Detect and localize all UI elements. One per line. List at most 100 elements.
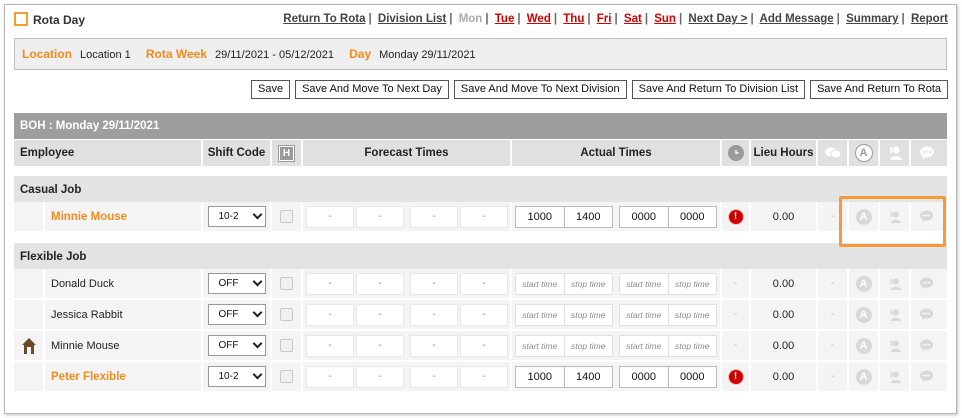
shift-code-select[interactable]: OFF — [207, 304, 266, 325]
availability-icon[interactable]: A — [855, 275, 872, 292]
shift-code-select[interactable]: 10-2 — [207, 206, 266, 227]
holiday-checkbox[interactable] — [280, 277, 293, 290]
forecast-times-header: Forecast Times — [303, 140, 512, 166]
chevron-down-icon — [252, 338, 262, 349]
holiday-checkbox[interactable] — [280, 210, 293, 223]
employee-row: Jessica Rabbit OFF ---- start time stop t… — [14, 300, 947, 331]
save-next-day-button[interactable]: Save And Move To Next Day — [295, 80, 449, 99]
forecast-start: - — [306, 205, 354, 228]
forecast-start-2: - — [410, 303, 458, 326]
actual-start-input[interactable]: start time — [516, 335, 565, 356]
day-link-tue[interactable]: Tue — [495, 13, 515, 25]
save-return-rota-button[interactable]: Save And Return To Rota — [810, 80, 948, 99]
employee-row: Minnie Mouse 10-2 ---- 1000 1400 0000 0000… — [14, 202, 947, 233]
day-link-thu[interactable]: Thu — [563, 13, 584, 25]
forecast-stop-2: - — [460, 205, 508, 228]
division-list-link[interactable]: Division List — [378, 13, 446, 25]
holiday-checkbox[interactable] — [280, 370, 293, 383]
shift-code-select[interactable]: OFF — [207, 273, 266, 294]
summary-link[interactable]: Summary — [846, 13, 898, 25]
holiday-checkbox[interactable] — [280, 308, 293, 321]
notes-empty: - — [830, 371, 835, 382]
h-header: H — [272, 140, 303, 166]
actual-start-input-2[interactable]: start time — [620, 273, 669, 294]
actual-stop-input[interactable]: 1400 — [565, 207, 613, 227]
forecast-start: - — [306, 303, 354, 326]
day-link-wed[interactable]: Wed — [527, 13, 551, 25]
speech-bubble-icon — [919, 146, 934, 159]
employee-name: Minnie Mouse — [45, 331, 203, 360]
shift-code-select[interactable]: 10-2 — [207, 366, 266, 387]
lieu-hours-value: 0.00 — [751, 300, 818, 329]
actual-stop-input-2[interactable]: 0000 — [669, 367, 717, 387]
forecast-stop: - — [356, 205, 404, 228]
page-title: Rota Day — [33, 13, 86, 27]
actual-start-input[interactable]: 1000 — [516, 366, 565, 387]
rota-day-window: Rota Day Return To Rota | Division List | … — [4, 4, 957, 414]
actual-start-input-2[interactable]: 0000 — [620, 206, 669, 227]
shift-code-value: 10-2 — [218, 371, 239, 382]
report-link[interactable]: Report — [911, 13, 948, 25]
clock-header — [722, 140, 751, 166]
person-icon[interactable] — [888, 277, 902, 291]
status-empty: - — [733, 340, 738, 351]
rota-grid: BOH : Monday 29/11/2021 Employee Shift C… — [14, 113, 947, 393]
notes-empty: - — [830, 340, 835, 351]
lieu-hours-value: 0.00 — [751, 362, 818, 391]
alert-icon[interactable]: ! — [728, 369, 743, 384]
availability-icon[interactable]: A — [855, 306, 872, 323]
forecast-start: - — [306, 272, 354, 295]
employee-name[interactable]: Peter Flexible — [45, 362, 203, 391]
employee-name[interactable]: Minnie Mouse — [45, 202, 203, 231]
holiday-icon: H — [278, 144, 295, 162]
person-icon — [889, 146, 902, 160]
return-to-rota-link[interactable]: Return To Rota — [283, 13, 365, 25]
person-icon[interactable] — [888, 308, 902, 322]
actual-stop-input[interactable]: 1400 — [565, 367, 613, 387]
person-icon[interactable] — [888, 370, 902, 384]
person-icon[interactable] — [888, 339, 902, 353]
actual-stop-input[interactable]: stop time — [565, 336, 613, 356]
actual-start-input-2[interactable]: start time — [620, 335, 669, 356]
actual-start-input[interactable]: 1000 — [516, 206, 565, 227]
save-button[interactable]: Save — [251, 80, 291, 99]
speech-bubble-icon[interactable] — [919, 308, 934, 321]
actual-stop-input-2[interactable]: stop time — [669, 305, 717, 325]
action-buttons: Save Save And Move To Next Day Save And … — [251, 80, 948, 99]
day-link-sun[interactable]: Sun — [654, 13, 676, 25]
save-return-division-list-button[interactable]: Save And Return To Division List — [631, 80, 806, 99]
person-header — [880, 140, 911, 166]
day-link-sat[interactable]: Sat — [624, 13, 642, 25]
shift-code-cell: 10-2 — [203, 202, 272, 231]
actual-start-input[interactable]: start time — [516, 273, 565, 294]
actual-start-input-2[interactable]: 0000 — [620, 366, 669, 387]
next-day-link[interactable]: Next Day > — [688, 13, 747, 25]
lieu-hours-value: 0.00 — [751, 331, 818, 360]
save-next-division-button[interactable]: Save And Move To Next Division — [453, 80, 627, 99]
employee-name: Jessica Rabbit — [45, 300, 203, 329]
employee-row: Peter Flexible 10-2 ---- 1000 1400 0000 00… — [14, 362, 947, 393]
availability-icon[interactable]: A — [855, 337, 872, 354]
forecast-stop-2: - — [460, 365, 508, 388]
add-message-link[interactable]: Add Message — [760, 13, 834, 25]
day-link-fri[interactable]: Fri — [597, 13, 612, 25]
forecast-stop-2: - — [460, 334, 508, 357]
holiday-checkbox[interactable] — [280, 339, 293, 352]
location-value: Location 1 — [80, 49, 131, 61]
actual-stop-input[interactable]: stop time — [565, 274, 613, 294]
actual-stop-input[interactable]: stop time — [565, 305, 613, 325]
speech-bubble-icon[interactable] — [919, 370, 934, 383]
speech-bubble-icon[interactable] — [919, 339, 934, 352]
actual-start-input-2[interactable]: start time — [620, 304, 669, 325]
shift-code-select[interactable]: OFF — [207, 335, 266, 356]
rota-week-label: Rota Week — [145, 47, 207, 61]
availability-icon[interactable]: A — [855, 368, 872, 385]
actual-stop-input-2[interactable]: stop time — [669, 336, 717, 356]
actual-stop-input-2[interactable]: 0000 — [669, 207, 717, 227]
actual-start-input[interactable]: start time — [516, 304, 565, 325]
alert-icon[interactable]: ! — [728, 209, 743, 224]
actual-stop-input-2[interactable]: stop time — [669, 274, 717, 294]
section-flexible-job: Flexible Job — [14, 243, 947, 269]
forecast-start: - — [306, 365, 354, 388]
speech-bubble-icon[interactable] — [919, 277, 934, 290]
